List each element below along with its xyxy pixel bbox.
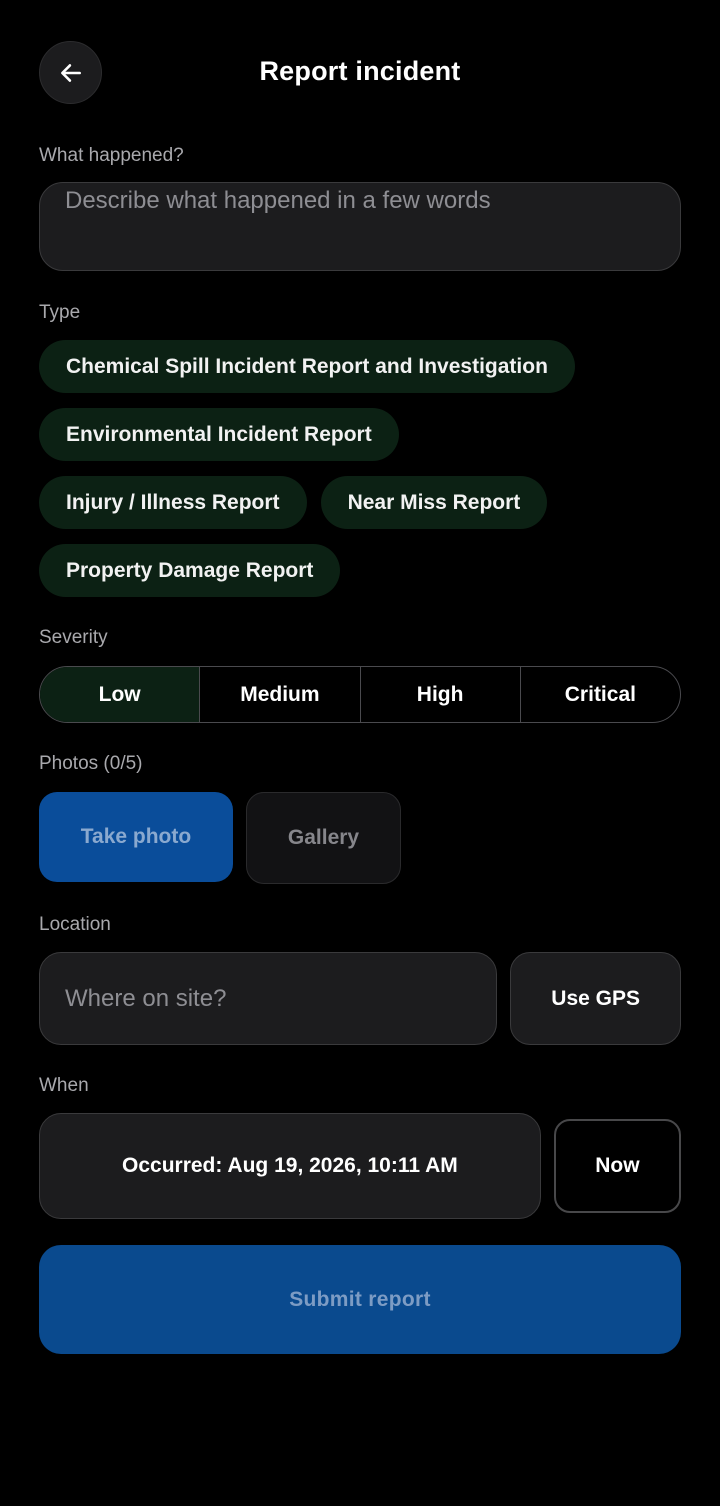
- when-label: When: [39, 1075, 89, 1096]
- severity-segmented-control: Low Medium High Critical: [39, 666, 681, 723]
- severity-critical[interactable]: Critical: [519, 667, 680, 722]
- occurred-datetime-field[interactable]: Occurred: Aug 19, 2026, 10:11 AM: [39, 1113, 541, 1219]
- description-input[interactable]: Describe what happened in a few words: [39, 182, 681, 271]
- photos-label: Photos (0/5): [39, 753, 143, 774]
- report-incident-screen: Report incident What happened? Describe …: [0, 0, 720, 1506]
- when-row: Occurred: Aug 19, 2026, 10:11 AM Now: [39, 1113, 681, 1219]
- severity-medium[interactable]: Medium: [199, 667, 359, 722]
- submit-report-button[interactable]: Submit report: [39, 1245, 681, 1354]
- severity-high[interactable]: High: [359, 667, 520, 722]
- type-chip-near-miss[interactable]: Near Miss Report: [320, 476, 548, 529]
- severity-label: Severity: [39, 627, 108, 648]
- header: Report incident: [39, 0, 681, 145]
- severity-low[interactable]: Low: [40, 667, 200, 722]
- location-input[interactable]: Where on site?: [39, 952, 498, 1045]
- type-chip-group: Chemical Spill Incident Report and Inves…: [39, 340, 599, 597]
- type-chip-injury-illness[interactable]: Injury / Illness Report: [39, 476, 307, 529]
- what-happened-label: What happened?: [39, 145, 184, 166]
- page-title: Report incident: [259, 56, 461, 86]
- location-label: Location: [39, 914, 111, 935]
- type-chip-chemical-spill[interactable]: Chemical Spill Incident Report and Inves…: [39, 340, 575, 393]
- location-row: Where on site? Use GPS: [39, 952, 681, 1045]
- type-label: Type: [39, 302, 81, 323]
- take-photo-button[interactable]: Take photo: [39, 792, 233, 882]
- use-gps-button[interactable]: Use GPS: [510, 952, 681, 1045]
- photo-actions: Take photo Gallery: [39, 792, 681, 884]
- type-chip-environmental[interactable]: Environmental Incident Report: [39, 408, 399, 461]
- gallery-button[interactable]: Gallery: [246, 792, 401, 884]
- type-chip-property-damage[interactable]: Property Damage Report: [39, 544, 341, 597]
- now-button[interactable]: Now: [553, 1119, 681, 1213]
